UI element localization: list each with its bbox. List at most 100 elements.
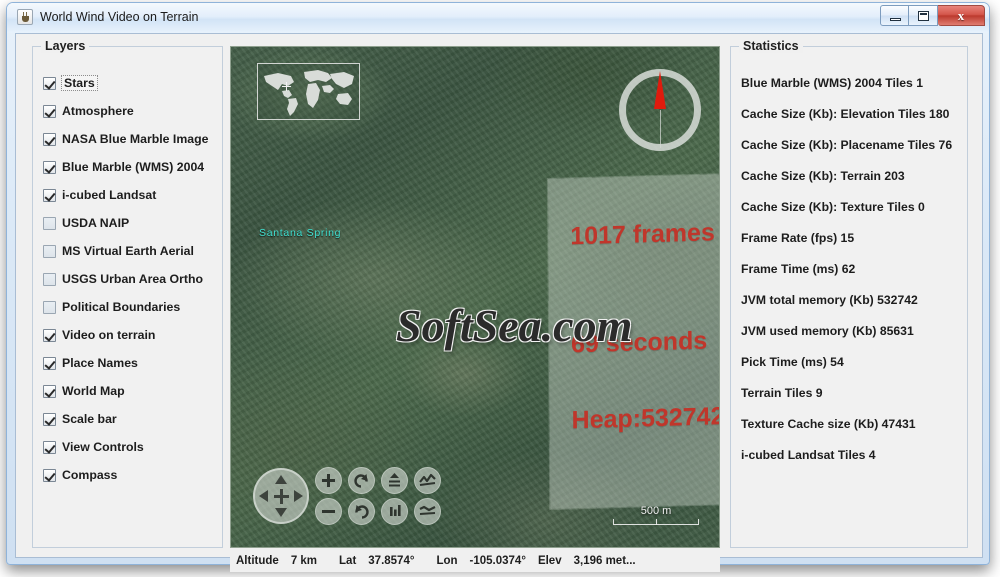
statistic-row: Cache Size (Kb): Terrain 203	[741, 168, 905, 183]
layer-label: Video on terrain	[62, 328, 156, 342]
fov-wide-icon	[419, 505, 436, 515]
layer-label: Political Boundaries	[62, 300, 181, 314]
status-altitude-label: Altitude	[236, 555, 279, 567]
scale-bar-tick	[656, 519, 657, 525]
scale-bar-label: 500 m	[640, 505, 672, 517]
zoom-out-button[interactable]	[315, 498, 342, 525]
layers-panel-title: Layers	[41, 39, 90, 53]
layer-checkbox[interactable]	[43, 188, 56, 202]
pan-control[interactable]	[253, 468, 309, 524]
layers-list: Stars Atmosphere NASA Blue Marble Image Blu…	[43, 69, 218, 489]
pan-center-icon[interactable]	[273, 488, 289, 504]
status-altitude-value: 7 km	[290, 555, 318, 567]
window-title: World Wind Video on Terrain	[40, 10, 199, 24]
layer-item-video-on-terrain[interactable]: Video on terrain	[43, 321, 218, 349]
zoom-in-button[interactable]	[315, 467, 342, 494]
layer-checkbox[interactable]	[43, 440, 56, 454]
heading-left-button[interactable]	[348, 467, 375, 494]
status-lon-label: Lon	[436, 555, 458, 567]
scale-bar: 500 m	[613, 505, 699, 525]
compass-icon[interactable]	[619, 69, 701, 151]
layer-item-scale-bar[interactable]: Scale bar	[43, 405, 218, 433]
layer-item-view-controls[interactable]: View Controls	[43, 433, 218, 461]
layer-item-usgs-urban-area-ortho[interactable]: USGS Urban Area Ortho	[43, 265, 218, 293]
statistic-row: JVM used memory (Kb) 85631	[741, 323, 914, 338]
layer-item-stars[interactable]: Stars	[43, 69, 218, 97]
layer-checkbox[interactable]	[43, 468, 56, 482]
statistic-row: Blue Marble (WMS) 2004 Tiles 1	[741, 75, 923, 90]
pan-right-icon[interactable]	[294, 490, 303, 502]
layer-item-ms-virtual-earth-aerial[interactable]: MS Virtual Earth Aerial	[43, 237, 218, 265]
layer-item-nasa-blue-marble-image[interactable]: NASA Blue Marble Image	[43, 125, 218, 153]
application-window: World Wind Video on Terrain x Layers Sta…	[6, 2, 990, 572]
world-map-inset[interactable]	[257, 63, 360, 120]
minimize-button[interactable]	[880, 5, 909, 26]
video-seconds-text: 69 seconds	[570, 326, 708, 359]
pan-up-icon[interactable]	[275, 475, 287, 484]
pan-left-icon[interactable]	[259, 490, 268, 502]
fov-wide-button[interactable]	[414, 498, 441, 525]
layer-item-usda-naip[interactable]: USDA NAIP	[43, 209, 218, 237]
layer-item-compass[interactable]: Compass	[43, 461, 218, 489]
pan-down-icon[interactable]	[275, 508, 287, 517]
layer-label: MS Virtual Earth Aerial	[62, 244, 194, 258]
layer-item-political-boundaries[interactable]: Political Boundaries	[43, 293, 218, 321]
globe-view[interactable]: 1017 frames 69 seconds Heap:532742144 Sa…	[230, 46, 720, 548]
layer-label: NASA Blue Marble Image	[62, 132, 209, 146]
statistic-row: JVM total memory (Kb) 532742	[741, 292, 918, 307]
zoom-buttons	[315, 467, 342, 525]
layer-label: Place Names	[62, 356, 138, 370]
compass-south-needle	[659, 110, 661, 148]
statistic-row: Frame Time (ms) 62	[741, 261, 856, 276]
minus-icon	[322, 510, 335, 513]
pitch-up-button[interactable]	[381, 467, 408, 494]
layer-checkbox[interactable]	[43, 412, 56, 426]
layer-label: Compass	[62, 468, 118, 482]
status-lat-value: 37.8574°	[368, 555, 415, 567]
minimize-icon	[890, 18, 901, 21]
statistic-row: Frame Rate (fps) 15	[741, 230, 855, 245]
layer-checkbox[interactable]	[43, 160, 56, 174]
close-icon: x	[957, 7, 965, 23]
layer-item-atmosphere[interactable]: Atmosphere	[43, 97, 218, 125]
placename-label: Santana Spring	[259, 227, 342, 239]
statistics-list: Blue Marble (WMS) 2004 Tiles 1 Cache Size…	[741, 67, 961, 470]
layer-checkbox[interactable]	[43, 76, 56, 90]
maximize-icon	[918, 11, 929, 21]
layer-item-i-cubed-landsat[interactable]: i-cubed Landsat	[43, 181, 218, 209]
layers-panel: Layers Stars Atmosphere NASA Blue Marble I…	[32, 39, 223, 548]
layer-checkbox[interactable]	[43, 244, 56, 258]
layer-label: i-cubed Landsat	[62, 188, 157, 202]
layer-checkbox[interactable]	[43, 300, 56, 314]
maximize-button[interactable]	[909, 5, 938, 26]
layer-label: Scale bar	[62, 412, 117, 426]
layer-checkbox[interactable]	[43, 132, 56, 146]
layer-label: World Map	[62, 384, 125, 398]
layer-label: Blue Marble (WMS) 2004	[62, 160, 205, 174]
statistic-row: Texture Cache size (Kb) 47431	[741, 416, 916, 431]
layer-checkbox[interactable]	[43, 104, 56, 118]
layer-item-place-names[interactable]: Place Names	[43, 349, 218, 377]
layer-checkbox[interactable]	[43, 384, 56, 398]
statistic-row: Cache Size (Kb): Texture Tiles 0	[741, 199, 925, 214]
status-elev-value: 3,196 met...	[573, 555, 636, 567]
layer-checkbox[interactable]	[43, 328, 56, 342]
view-controls	[253, 467, 441, 525]
layer-checkbox[interactable]	[43, 216, 56, 230]
status-lon-value: -105.0374°	[469, 555, 526, 567]
plus-icon	[322, 474, 335, 487]
video-frames-text: 1017 frames	[570, 218, 715, 251]
fov-narrow-button[interactable]	[414, 467, 441, 494]
title-bar[interactable]: World Wind Video on Terrain x	[7, 3, 989, 33]
fov-buttons	[414, 467, 441, 525]
pitch-down-button[interactable]	[381, 498, 408, 525]
rotate-ccw-icon	[354, 474, 368, 488]
status-elev-label: Elev	[537, 555, 562, 567]
heading-right-button[interactable]	[348, 498, 375, 525]
close-button[interactable]: x	[938, 5, 985, 26]
layer-checkbox[interactable]	[43, 356, 56, 370]
layer-checkbox[interactable]	[43, 272, 56, 286]
layer-item-world-map[interactable]: World Map	[43, 377, 218, 405]
pitch-buttons	[381, 467, 408, 525]
layer-item-blue-marble-wms-2004[interactable]: Blue Marble (WMS) 2004	[43, 153, 218, 181]
